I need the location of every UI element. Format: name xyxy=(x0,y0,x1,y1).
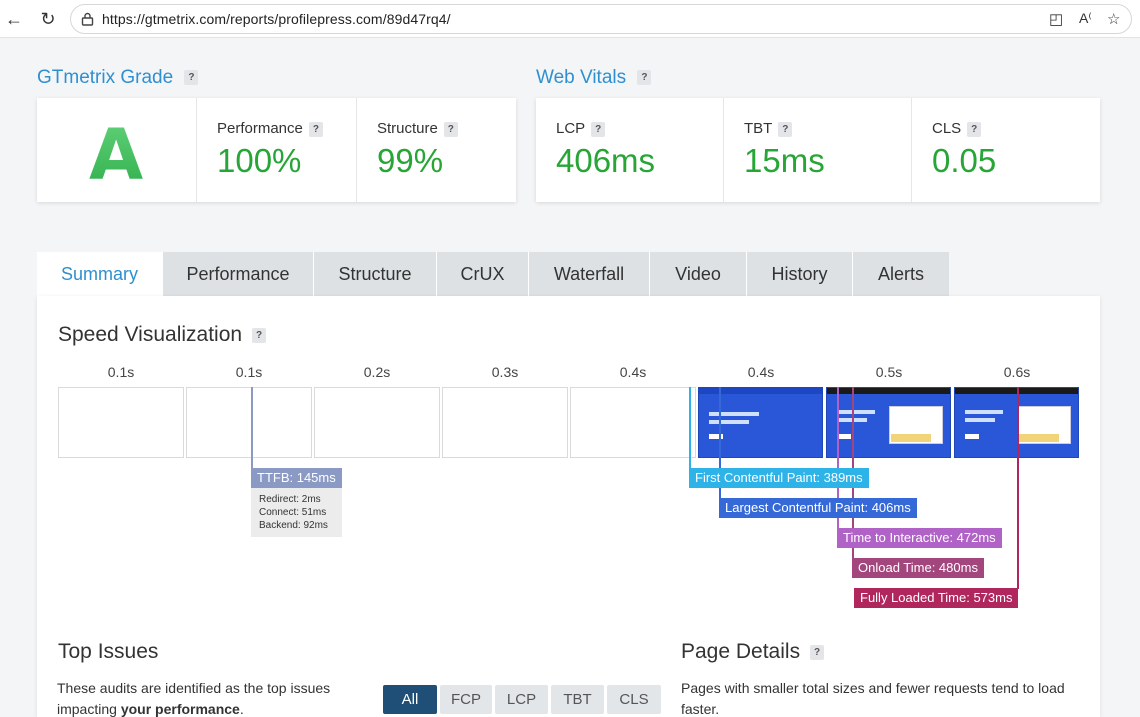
filmstrip-frame-blank[interactable] xyxy=(314,387,440,458)
lcp-value: 406ms xyxy=(556,142,656,179)
back-arrow-icon[interactable]: ← xyxy=(3,8,25,30)
grade-letter: A xyxy=(89,114,144,196)
filmstrip-frame-blank[interactable] xyxy=(570,387,696,458)
structure-label: Structure xyxy=(377,120,438,137)
performance-value: 100% xyxy=(217,142,302,179)
filmstrip-frame-screenshot[interactable] xyxy=(826,387,951,458)
filmstrip-frame-blank[interactable] xyxy=(186,387,312,458)
vitals-card: LCP? 406ms TBT? 15ms CLS? 0.05 xyxy=(536,98,1100,202)
reload-icon[interactable]: ↻ xyxy=(37,8,59,30)
ttfb-breakdown: Redirect: 2ms Connect: 51ms Backend: 92m… xyxy=(251,488,342,537)
browser-toolbar: ← ↻ https://gtmetrix.com/reports/profile… xyxy=(0,0,1140,38)
tti-marker[interactable]: Time to Interactive: 472ms xyxy=(837,528,1002,548)
read-aloud-icon[interactable]: A⁽ xyxy=(1079,10,1092,27)
ttfb-redirect: Redirect: 2ms xyxy=(259,494,321,505)
tbt-value: 15ms xyxy=(744,142,825,179)
filter-all[interactable]: All xyxy=(383,685,437,714)
help-icon[interactable]: ? xyxy=(252,327,267,343)
ttfb-line xyxy=(251,387,253,469)
frame-time: 0.5s xyxy=(875,364,903,380)
frame-time: 0.2s xyxy=(363,364,391,380)
vitals-section-title: Web Vitals ? xyxy=(536,67,652,89)
frame-time: 0.3s xyxy=(491,364,519,380)
filter-tbt[interactable]: TBT xyxy=(551,685,604,714)
performance-cell: Performance? 100% xyxy=(197,98,357,202)
page-details-title: Page Details? xyxy=(681,640,825,664)
grade-cell: A xyxy=(37,98,197,202)
help-icon[interactable]: ? xyxy=(184,70,199,86)
fully-loaded-line xyxy=(1017,387,1019,589)
grade-card: A Performance? 100% Structure? 99% xyxy=(37,98,516,202)
tbt-cell: TBT? 15ms xyxy=(724,98,912,202)
filmstrip-frame-blank[interactable] xyxy=(442,387,568,458)
fcp-line xyxy=(689,387,691,469)
tab-video[interactable]: Video xyxy=(650,252,747,297)
grade-section-title: GTmetrix Grade ? xyxy=(37,67,199,89)
onload-marker[interactable]: Onload Time: 480ms xyxy=(852,558,984,578)
help-icon[interactable]: ? xyxy=(308,121,323,137)
cls-label: CLS xyxy=(932,120,962,137)
ttfb-marker[interactable]: TTFB: 145ms xyxy=(251,468,342,488)
page-details-description: Pages with smaller total sizes and fewer… xyxy=(681,680,1065,717)
help-icon[interactable]: ? xyxy=(443,121,458,137)
tab-alerts[interactable]: Alerts xyxy=(853,252,949,297)
fully-loaded-marker[interactable]: Fully Loaded Time: 573ms xyxy=(854,588,1019,608)
help-icon[interactable]: ? xyxy=(637,70,652,86)
tab-crux[interactable]: CrUX xyxy=(437,252,529,297)
frame-time: 0.4s xyxy=(619,364,647,380)
frame-time: 0.1s xyxy=(107,364,135,380)
url-text: https://gtmetrix.com/reports/profilepres… xyxy=(102,11,451,27)
fcp-marker[interactable]: First Contentful Paint: 389ms xyxy=(689,468,869,488)
lock-icon xyxy=(81,12,94,26)
help-icon[interactable]: ? xyxy=(810,644,825,660)
tab-performance[interactable]: Performance xyxy=(163,252,314,297)
cls-cell: CLS? 0.05 xyxy=(912,98,1100,202)
help-icon[interactable]: ? xyxy=(591,121,606,137)
help-icon[interactable]: ? xyxy=(778,121,793,137)
filmstrip-frame-blank[interactable] xyxy=(58,387,184,458)
lcp-cell: LCP? 406ms xyxy=(536,98,724,202)
summary-panel xyxy=(37,296,1100,717)
lcp-marker[interactable]: Largest Contentful Paint: 406ms xyxy=(719,498,917,518)
frame-time: 0.4s xyxy=(747,364,775,380)
filter-cls[interactable]: CLS xyxy=(607,685,661,714)
top-issues-title: Top Issues xyxy=(58,640,159,663)
lcp-label: LCP xyxy=(556,120,586,137)
ttfb-connect: Connect: 51ms xyxy=(259,507,327,518)
filter-fcp[interactable]: FCP xyxy=(440,685,492,714)
tbt-label: TBT xyxy=(744,120,773,137)
performance-label: Performance xyxy=(217,120,303,137)
address-bar[interactable]: https://gtmetrix.com/reports/profilepres… xyxy=(70,4,1132,34)
help-icon[interactable]: ? xyxy=(967,121,982,137)
tab-structure[interactable]: Structure xyxy=(314,252,437,297)
structure-cell: Structure? 99% xyxy=(357,98,516,202)
frame-time: 0.1s xyxy=(235,364,263,380)
copilot-icon[interactable]: ◰ xyxy=(1049,10,1063,28)
speed-visualization-title: Speed Visualization? xyxy=(58,323,267,347)
structure-value: 99% xyxy=(377,142,444,179)
tab-history[interactable]: History xyxy=(747,252,853,297)
ttfb-backend: Backend: 92ms xyxy=(259,520,328,531)
cls-value: 0.05 xyxy=(932,142,997,179)
filter-lcp[interactable]: LCP xyxy=(495,685,548,714)
favorite-star-icon[interactable]: ☆ xyxy=(1107,10,1120,28)
frame-time: 0.6s xyxy=(1003,364,1031,380)
tab-waterfall[interactable]: Waterfall xyxy=(529,252,650,297)
tab-summary[interactable]: Summary xyxy=(37,252,163,297)
filmstrip-frame-screenshot[interactable] xyxy=(698,387,823,458)
top-issues-description: These audits are identified as the top i… xyxy=(57,680,331,717)
